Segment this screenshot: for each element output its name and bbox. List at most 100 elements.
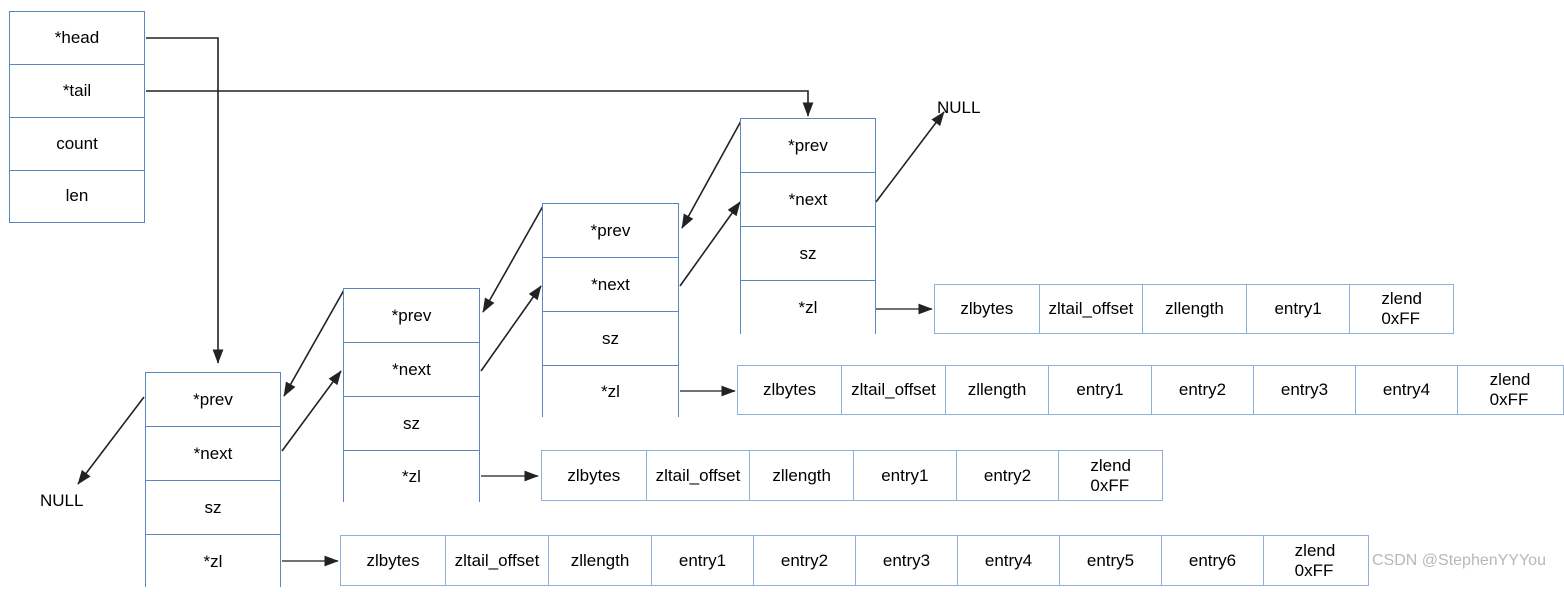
cell-text: zltail_offset (1048, 299, 1134, 319)
cell-text: zlbytes (763, 380, 816, 400)
node4-field-sz: sz (741, 227, 875, 281)
ziplist2-cell-zltail-offset: zltail_offset (646, 451, 751, 500)
null-label-head-prev: NULL (40, 491, 84, 510)
wire-node3-prev-to-node2 (482, 205, 544, 313)
cell-text: zltail_offset (851, 380, 936, 400)
ziplist4-cell-zlend: zlend 0xFF (1350, 285, 1453, 333)
ziplist2-cell-entry2: entry2 (956, 451, 1060, 500)
ziplist2-cell-zlend: zlend 0xFF (1059, 451, 1163, 500)
cell-text: entry1 (678, 550, 727, 570)
cell-text: entry1 (881, 465, 929, 485)
ziplist3-cell-zlend: zlend 0xFF (1458, 366, 1562, 414)
cell-text: zlend 0xFF (1294, 540, 1336, 580)
quicklist-field-head: *head (10, 12, 144, 65)
ziplist2-cell-zllength: zllength (750, 451, 854, 500)
wire-node3-next-to-node4 (679, 201, 741, 287)
wire-node2-prev-to-node1 (283, 289, 345, 397)
ziplist1-cell-zltail-offset: zltail_offset (446, 536, 549, 585)
ziplist2-cell-entry1: entry1 (854, 451, 957, 500)
node2-field-next: *next (344, 343, 479, 397)
quicklist-node-4: *prev *next sz *zl (740, 118, 876, 335)
cell-text: entry2 (1178, 380, 1227, 400)
node1-field-next: *next (146, 427, 280, 481)
quicklist-node-2: *prev *next sz *zl (343, 288, 480, 503)
cell-text: zllength (772, 465, 831, 485)
ziplist1-cell-entry1: entry1 (652, 536, 754, 585)
node1-field-prev: *prev (146, 373, 280, 427)
ziplist3-cell-zlbytes: zlbytes (738, 366, 842, 414)
wire-node4-prev-to-node3 (681, 120, 742, 229)
wire-tail-to-node4 (146, 90, 814, 117)
cell-text: zllength (967, 380, 1027, 400)
ziplist1-cell-zlbytes: zlbytes (341, 536, 446, 585)
ziplist1-cell-entry3: entry3 (856, 536, 958, 585)
quicklist-header: *head *tail count len (9, 11, 145, 223)
ziplist-node-4: zlbytes zltail_offset zllength entry1 zl… (934, 284, 1454, 334)
node4-field-zl: *zl (741, 281, 875, 335)
cell-text: zltail_offset (454, 550, 540, 570)
cell-text: zltail_offset (655, 465, 741, 485)
cell-text: zllength (1165, 299, 1224, 319)
ziplist1-cell-entry2: entry2 (754, 536, 856, 585)
ziplist1-cell-zlend: zlend 0xFF (1264, 536, 1366, 585)
node3-field-zl: *zl (543, 366, 678, 418)
node3-field-next: *next (543, 258, 678, 312)
quicklist-field-tail: *tail (10, 65, 144, 118)
ziplist4-cell-entry1: entry1 (1246, 285, 1351, 333)
node4-field-next: *next (741, 173, 875, 227)
cell-text: entry2 (780, 550, 829, 570)
cell-text: zlend 0xFF (1381, 289, 1422, 328)
cell-text: zlbytes (366, 550, 420, 570)
ziplist-node-1: zlbytes zltail_offset zllength entry1 en… (340, 535, 1369, 586)
quicklist-field-count: count (10, 118, 144, 171)
cell-text: entry5 (1086, 550, 1135, 570)
ziplist3-cell-entry1: entry1 (1049, 366, 1152, 414)
wire-node1-prev-to-null (77, 396, 145, 485)
ziplist-node-2: zlbytes zltail_offset zllength entry1 en… (541, 450, 1163, 501)
ziplist1-cell-entry5: entry5 (1060, 536, 1162, 585)
cell-text: entry3 (1280, 380, 1329, 400)
null-label-tail-next: NULL (937, 98, 981, 117)
ziplist1-cell-entry4: entry4 (958, 536, 1060, 585)
ziplist4-cell-zllength: zllength (1143, 285, 1247, 333)
node2-field-zl: *zl (344, 451, 479, 503)
cell-text: entry4 (984, 550, 1033, 570)
node3-field-sz: sz (543, 312, 678, 366)
node1-field-zl: *zl (146, 535, 280, 588)
ziplist4-cell-zltail-offset: zltail_offset (1039, 285, 1144, 333)
cell-text: zlbytes (567, 465, 621, 485)
node3-field-prev: *prev (543, 204, 678, 258)
quicklist-node-1: *prev *next sz *zl (145, 372, 281, 588)
cell-text: zllength (570, 550, 630, 570)
wire-head-to-node1 (146, 37, 224, 364)
diagram-canvas: *head *tail count len *prev *next sz *zl… (0, 0, 1564, 592)
cell-text: entry1 (1274, 299, 1322, 319)
wire-node2-next-to-node3 (480, 285, 542, 372)
cell-text: entry2 (983, 465, 1032, 485)
ziplist3-cell-entry3: entry3 (1254, 366, 1356, 414)
ziplist3-cell-zllength: zllength (946, 366, 1049, 414)
cell-text: entry3 (882, 550, 931, 570)
ziplist4-cell-zlbytes: zlbytes (935, 285, 1040, 333)
node1-field-sz: sz (146, 481, 280, 535)
cell-text: zlbytes (960, 299, 1014, 319)
ziplist3-cell-zltail-offset: zltail_offset (842, 366, 946, 414)
ziplist3-cell-entry2: entry2 (1152, 366, 1254, 414)
quicklist-node-3: *prev *next sz *zl (542, 203, 679, 418)
node2-field-sz: sz (344, 397, 479, 451)
wire-node1-next-to-node2 (281, 370, 342, 452)
ziplist2-cell-zlbytes: zlbytes (542, 451, 647, 500)
ziplist3-cell-entry4: entry4 (1356, 366, 1458, 414)
cell-text: entry1 (1076, 380, 1124, 400)
ziplist-node-3: zlbytes zltail_offset zllength entry1 en… (737, 365, 1564, 415)
ziplist1-cell-zllength: zllength (549, 536, 652, 585)
cell-text: zlend 0xFF (1489, 370, 1531, 409)
cell-text: entry4 (1382, 380, 1431, 400)
node4-field-prev: *prev (741, 119, 875, 173)
cell-text: zlend 0xFF (1090, 455, 1131, 495)
wire-node4-next-to-null (875, 111, 945, 203)
quicklist-field-len: len (10, 171, 144, 221)
cell-text: entry6 (1188, 550, 1237, 570)
ziplist1-cell-entry6: entry6 (1162, 536, 1264, 585)
csdn-watermark: CSDN @StephenYYYou (1372, 552, 1546, 569)
